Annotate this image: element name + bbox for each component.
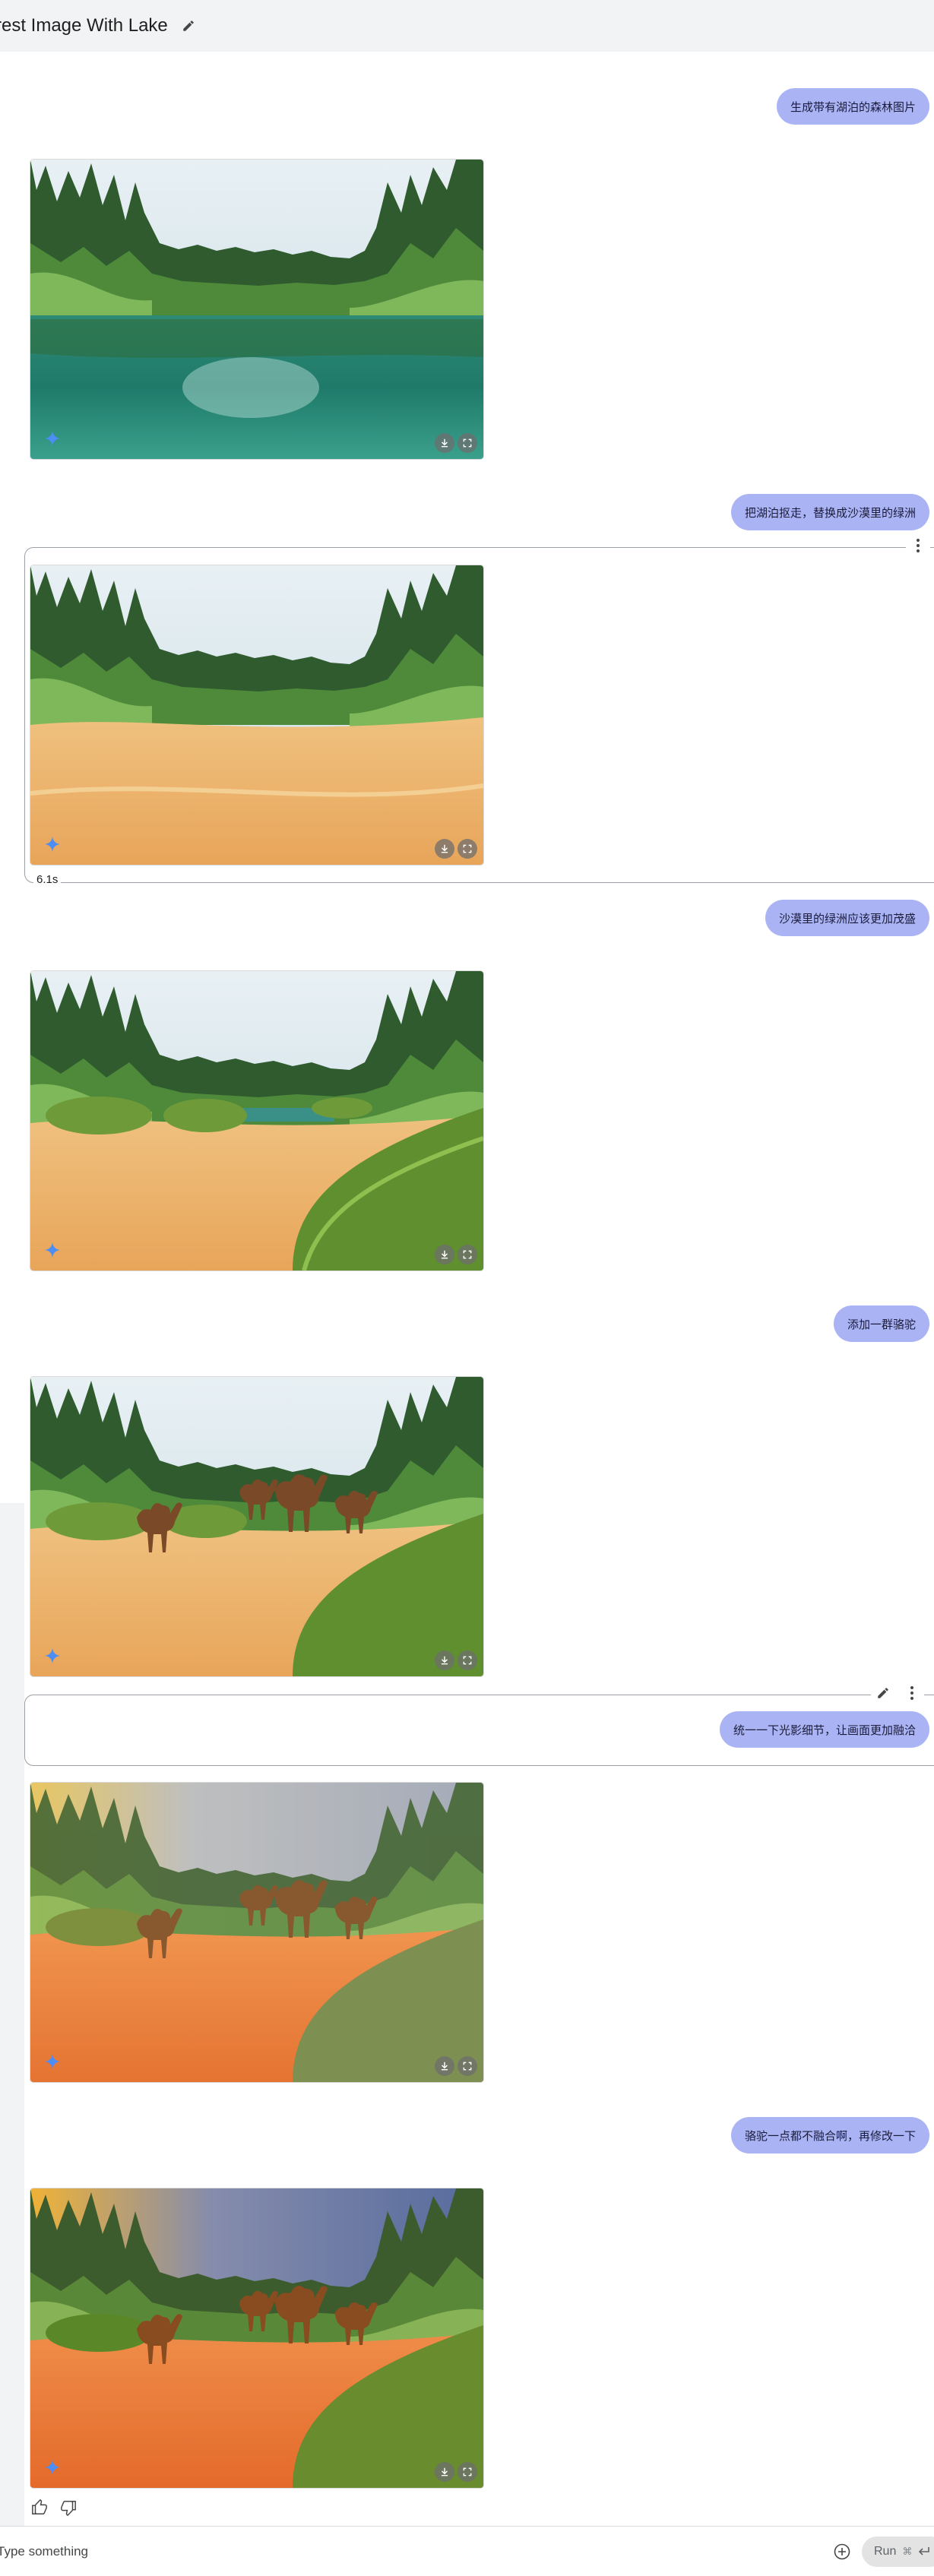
thumbs-down-icon[interactable] <box>59 2498 78 2517</box>
more-options-icon[interactable] <box>910 538 926 553</box>
more-options-icon[interactable] <box>904 1685 920 1701</box>
generated-image-3[interactable] <box>30 971 483 1271</box>
header-bar: rest Image With Lake <box>0 0 934 52</box>
run-label: Run <box>874 2545 897 2558</box>
user-message-2: 把湖泊抠走，替换成沙漠里的绿洲 <box>730 494 929 530</box>
gemini-spark-icon <box>44 836 61 853</box>
run-button[interactable]: Run ⌘ <box>862 2536 934 2567</box>
download-icon[interactable] <box>435 433 454 453</box>
user-message-5: 统一一下光影细节，让画面更加融洽 <box>719 1711 929 1748</box>
download-icon[interactable] <box>435 839 454 859</box>
fullscreen-icon[interactable] <box>458 1245 477 1264</box>
prompt-input[interactable] <box>0 2540 803 2563</box>
left-rail <box>0 1503 24 2526</box>
run-shortcut-label: ⌘ <box>902 2546 913 2557</box>
prompt-bar: Run ⌘ <box>0 2526 934 2576</box>
turn-toolbar-5 <box>871 1685 924 1701</box>
edit-title-pencil-icon[interactable] <box>180 17 197 34</box>
generated-image-6[interactable] <box>30 2188 483 2488</box>
user-message-1: 生成带有湖泊的森林图片 <box>776 88 929 125</box>
generation-time-label: 6.1s <box>33 873 62 886</box>
generated-image-1[interactable] <box>30 160 483 459</box>
download-icon[interactable] <box>435 2462 454 2482</box>
turn-toolbar-2 <box>906 538 930 553</box>
download-icon[interactable] <box>435 1245 454 1264</box>
download-icon[interactable] <box>435 2056 454 2076</box>
fullscreen-icon[interactable] <box>458 2056 477 2076</box>
gemini-spark-icon <box>44 2053 61 2070</box>
generated-image-2[interactable] <box>30 565 483 865</box>
enter-key-icon <box>919 2547 930 2555</box>
user-message-3: 沙漠里的绿洲应该更加茂盛 <box>765 900 929 936</box>
gemini-spark-icon <box>44 1647 61 1664</box>
thumbs-up-icon[interactable] <box>30 2498 49 2517</box>
add-media-icon[interactable] <box>833 2543 851 2561</box>
generated-image-4[interactable] <box>30 1377 483 1676</box>
fullscreen-icon[interactable] <box>458 433 477 453</box>
page-title: rest Image With Lake <box>0 15 168 36</box>
download-icon[interactable] <box>435 1650 454 1670</box>
generated-image-5[interactable] <box>30 1783 483 2082</box>
edit-pencil-icon[interactable] <box>875 1685 891 1701</box>
gemini-spark-icon <box>44 2459 61 2476</box>
fullscreen-icon[interactable] <box>458 1650 477 1670</box>
response-feedback <box>30 2498 78 2517</box>
gemini-spark-icon <box>44 430 61 447</box>
user-message-4: 添加一群骆驼 <box>833 1305 929 1342</box>
fullscreen-icon[interactable] <box>458 2462 477 2482</box>
gemini-spark-icon <box>44 1242 61 1258</box>
user-message-6: 骆驼一点都不融合啊，再修改一下 <box>730 2117 929 2154</box>
fullscreen-icon[interactable] <box>458 839 477 859</box>
